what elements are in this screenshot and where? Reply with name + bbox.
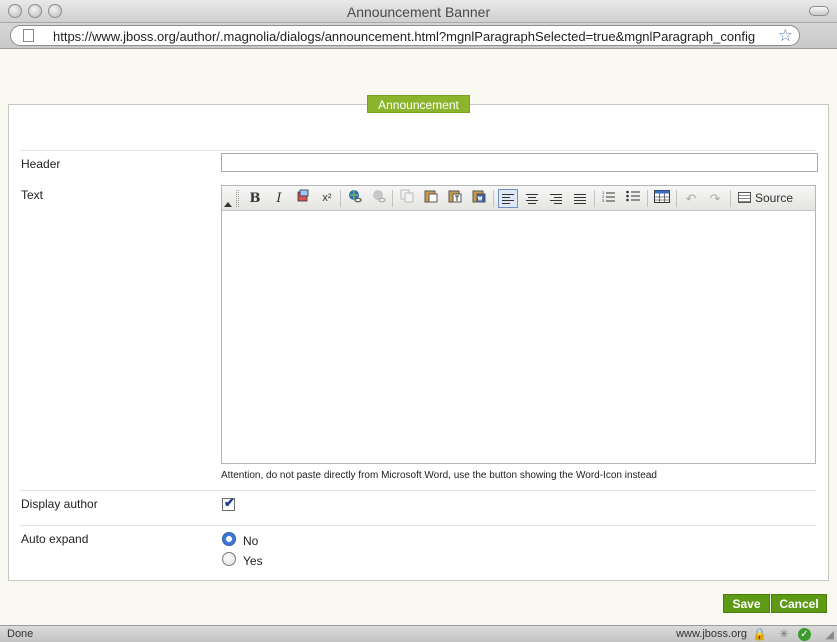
row-divider xyxy=(20,490,816,491)
resize-grip-icon[interactable]: ◢ xyxy=(826,628,834,641)
unlink-icon[interactable] xyxy=(369,189,389,208)
paste-icon[interactable] xyxy=(421,189,441,208)
cancel-button[interactable]: Cancel xyxy=(771,594,827,613)
copy-icon[interactable] xyxy=(397,189,417,208)
check-status-icon[interactable]: ✓ xyxy=(798,628,811,641)
undo-icon[interactable]: ↶ xyxy=(681,189,701,208)
status-domain: www.jboss.org xyxy=(676,628,747,640)
numbered-list-icon[interactable]: 123 xyxy=(599,189,619,208)
link-icon[interactable] xyxy=(345,189,365,208)
bulleted-list-icon[interactable] xyxy=(623,189,643,208)
auto-expand-label: Auto expand xyxy=(21,532,89,546)
save-button[interactable]: Save xyxy=(723,594,770,613)
bug-icon[interactable]: ✳ xyxy=(779,627,789,641)
auto-expand-no-label[interactable]: No xyxy=(243,534,258,548)
editor-toolbar: B I x² 123 ↶ ↷ Source xyxy=(222,186,815,211)
auto-expand-no-radio[interactable] xyxy=(222,532,236,546)
bold-button[interactable]: B xyxy=(245,189,265,208)
page-icon xyxy=(23,29,34,42)
url-text[interactable]: https://www.jboss.org/author/.magnolia/d… xyxy=(53,29,775,44)
align-center-button[interactable] xyxy=(522,189,542,208)
status-bar: Done www.jboss.org 🔒 ✳ ✓ ◢ xyxy=(0,625,837,642)
display-author-checkbox[interactable]: ✔ xyxy=(222,495,235,511)
paste-warning-text: Attention, do not paste directly from Mi… xyxy=(221,470,657,481)
window-titlebar: Announcement Banner xyxy=(0,0,837,23)
remove-format-icon[interactable] xyxy=(293,189,313,208)
source-label: Source xyxy=(755,191,794,205)
table-icon[interactable] xyxy=(652,189,672,208)
superscript-button[interactable]: x² xyxy=(317,189,337,208)
lock-icon[interactable]: 🔒 xyxy=(752,627,767,641)
window-title: Announcement Banner xyxy=(346,4,491,20)
toolbar-toggle-button[interactable] xyxy=(809,6,829,16)
align-left-button[interactable] xyxy=(498,189,518,208)
toolbar-separator xyxy=(594,190,595,207)
checkmark-icon: ✔ xyxy=(224,495,235,510)
text-label: Text xyxy=(21,188,44,202)
address-bar-area: https://www.jboss.org/author/.magnolia/d… xyxy=(0,23,837,49)
source-button[interactable]: Source xyxy=(738,189,793,208)
editor-content-area[interactable] xyxy=(222,212,815,463)
source-icon xyxy=(738,192,751,203)
header-label: Header xyxy=(21,157,61,171)
toolbar-separator xyxy=(647,190,648,207)
redo-icon[interactable]: ↷ xyxy=(705,189,725,208)
tab-announcement[interactable]: Announcement xyxy=(367,95,470,113)
italic-button[interactable]: I xyxy=(269,189,289,208)
toolbar-separator xyxy=(676,190,677,207)
toolbar-separator xyxy=(493,190,494,207)
toolbar-separator xyxy=(392,190,393,207)
row-divider xyxy=(20,150,816,151)
bookmark-star-icon[interactable]: ☆ xyxy=(778,26,793,45)
address-bar[interactable]: https://www.jboss.org/author/.magnolia/d… xyxy=(10,25,800,46)
align-right-button[interactable] xyxy=(546,189,566,208)
paste-text-icon[interactable] xyxy=(445,189,465,208)
paste-word-icon[interactable] xyxy=(469,189,489,208)
rich-text-editor: B I x² 123 ↶ ↷ Source xyxy=(221,185,816,464)
auto-expand-yes-radio[interactable] xyxy=(222,552,236,566)
status-text: Done xyxy=(7,628,34,640)
auto-expand-yes-label[interactable]: Yes xyxy=(243,554,263,568)
align-justify-button[interactable] xyxy=(570,189,590,208)
toolbar-collapse-icon[interactable] xyxy=(224,202,232,207)
svg-text:3: 3 xyxy=(602,198,605,203)
row-divider xyxy=(20,525,816,526)
display-author-label: Display author xyxy=(21,497,98,511)
toolbar-separator xyxy=(340,190,341,207)
header-input[interactable] xyxy=(221,153,818,172)
toolbar-grip xyxy=(236,190,239,207)
toolbar-separator xyxy=(730,190,731,207)
